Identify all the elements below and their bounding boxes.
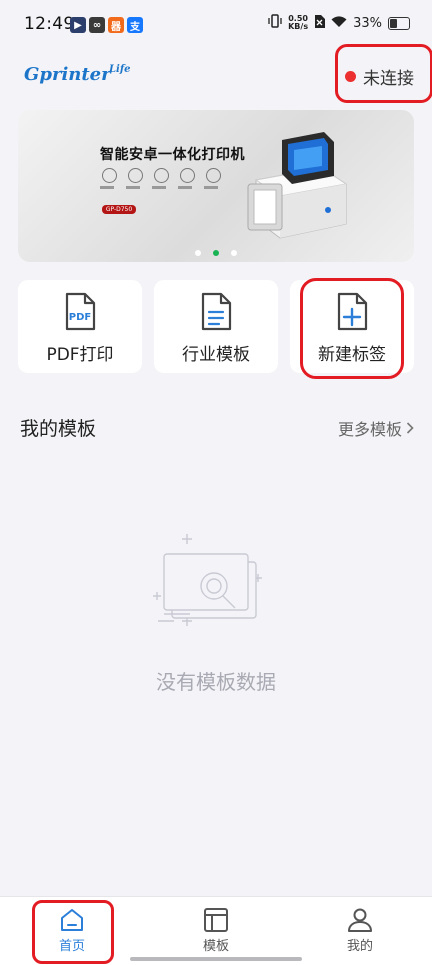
carousel-dot-3[interactable]: [231, 250, 237, 256]
feature-icon-1: [102, 168, 117, 183]
status-right: 0.50 KB/s 33%: [268, 14, 410, 32]
empty-state-text: 没有模板数据: [156, 670, 276, 694]
document-lines-icon: [201, 292, 232, 331]
user-icon: [348, 908, 372, 932]
carousel-dot-2[interactable]: [213, 250, 219, 256]
new-file-plus-icon: [337, 292, 368, 331]
nav-item-home[interactable]: 首页: [0, 897, 144, 965]
nav-label-home: 首页: [58, 939, 85, 954]
feature-icon-3: [154, 168, 169, 183]
connection-status-button[interactable]: 未连接: [345, 64, 414, 89]
vibrate-icon: [268, 14, 282, 32]
link-app-icon: ∞: [89, 17, 105, 33]
my-templates-title: 我的模板: [20, 418, 97, 440]
industry-templates-button[interactable]: 行业模板: [154, 280, 278, 373]
orange-app-icon: 器: [108, 17, 124, 33]
new-label-label: 新建标签: [318, 345, 386, 365]
svg-text:PDF: PDF: [69, 312, 91, 323]
feature-icon-2: [128, 168, 143, 183]
wifi-icon: [331, 15, 347, 32]
video-app-icon: ▶: [70, 17, 86, 33]
bottom-nav: 首页 模板 我的: [0, 896, 432, 965]
banner-title: 智能安卓一体化打印机: [100, 147, 245, 163]
template-icon: [204, 908, 228, 932]
app-logo-sup: Life: [109, 64, 131, 75]
feature-captions: [100, 186, 230, 189]
connection-status-label: 未连接: [363, 69, 414, 89]
home-icon: [61, 909, 83, 931]
more-templates-label: 更多模板: [337, 420, 402, 439]
model-tag: GP-D750: [102, 205, 136, 214]
promo-banner[interactable]: 智能安卓一体化打印机 GP-D750: [18, 110, 414, 262]
new-label-button[interactable]: 新建标签: [290, 280, 414, 373]
empty-state-illustration: [153, 534, 262, 626]
battery-icon: [388, 16, 410, 30]
no-sim-icon: [314, 14, 326, 32]
nav-item-templates[interactable]: 模板: [144, 897, 288, 965]
status-dot-icon: [345, 71, 356, 82]
industry-templates-label: 行业模板: [182, 345, 250, 365]
chevron-right-icon: [406, 422, 414, 434]
more-templates-link[interactable]: 更多模板: [338, 416, 414, 440]
pdf-file-icon: PDF: [65, 292, 96, 331]
net-speed: 0.50 KB/s: [288, 14, 309, 31]
nav-item-mine[interactable]: 我的: [288, 897, 432, 965]
nav-label-templates: 模板: [202, 939, 229, 954]
alipay-icon: 支: [127, 17, 143, 33]
carousel-dot-1[interactable]: [195, 250, 201, 256]
battery-percent: 33%: [353, 15, 382, 31]
feature-icon-4: [180, 168, 195, 183]
status-time: 12:49: [24, 14, 75, 34]
home-indicator: [130, 957, 302, 961]
feature-icon-5: [206, 168, 221, 183]
printer-illustration: [247, 132, 348, 239]
pdf-print-label: PDF打印: [46, 345, 114, 365]
nav-label-mine: 我的: [346, 939, 373, 954]
pdf-print-button[interactable]: PDF PDF打印: [18, 280, 142, 373]
app-logo: Gprinter: [24, 64, 111, 85]
